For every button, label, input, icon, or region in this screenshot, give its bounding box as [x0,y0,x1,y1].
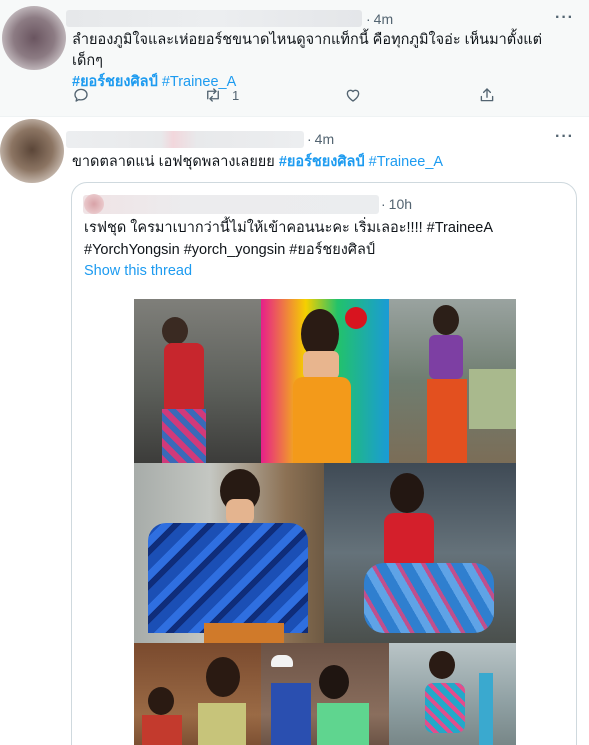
photo[interactable] [134,463,324,643]
photo[interactable] [389,299,516,463]
more-icon[interactable]: ··· [555,9,574,27]
tweet-actions: 1 [72,84,502,106]
like-button[interactable] [344,84,362,106]
photo[interactable] [134,299,261,463]
tweet-2[interactable]: · 4m ··· ขาดตลาดแน่ เอฟชุดพลางเลยยย #ยอร์… [0,117,589,745]
photo[interactable] [261,299,389,463]
reply-button[interactable] [72,84,90,106]
author-name-redacted[interactable] [66,10,362,27]
hashtag-link[interactable]: #Trainee_A [369,154,443,170]
retweet-button[interactable]: 1 [204,84,239,106]
more-icon[interactable]: ··· [555,128,574,146]
quoted-timestamp[interactable]: · 10h [381,196,412,212]
retweet-count: 1 [232,87,240,103]
hashtag-link[interactable]: #ยอร์ชยงศิลป์ [279,154,365,170]
tweet-text: ขาดตลาดแน่ เอฟชุดพลางเลยยย #ยอร์ชยงศิลป์… [72,152,572,173]
photo[interactable] [261,643,389,745]
retweet-icon [207,88,219,102]
reply-icon [74,88,88,102]
avatar[interactable] [2,6,66,70]
quoted-line-2: #YorchYongsin #yorch_yongsin #ยอร์ชยงศิล… [84,241,376,258]
timestamp[interactable]: · 4m [366,11,393,27]
author-name-redacted[interactable] [66,131,304,148]
quoted-tweet[interactable]: · 10h เรฟชุด ใครมาเบากว่านี้ไม่ให้เข้าคอน… [71,182,577,745]
share-icon [480,88,494,102]
quoted-author-redacted[interactable] [83,195,379,214]
photo[interactable] [324,463,516,643]
share-button[interactable] [478,84,496,106]
timestamp[interactable]: · 4m [307,131,334,147]
quoted-avatar[interactable] [84,194,104,214]
avatar[interactable] [0,119,64,183]
tweet-1[interactable]: · 4m ··· ลำยองภูมิใจและเห่อยอร์ชขนาดไหนดู… [0,0,589,117]
like-icon [346,89,360,102]
photo[interactable] [134,643,261,745]
tweet-body: ขาดตลาดแน่ เอฟชุดพลางเลยยย [72,154,275,170]
show-thread-link[interactable]: Show this thread [84,263,192,279]
photo[interactable] [389,643,516,745]
quoted-line-1: เรฟชุด ใครมาเบากว่านี้ไม่ให้เข้าคอนนะคะ … [84,220,494,236]
tweet-body: ลำยองภูมิใจและเห่อยอร์ชขนาดไหนดูจากแท็กน… [72,32,543,69]
quoted-text: เรฟชุด ใครมาเบากว่านี้ไม่ให้เข้าคอนนะคะ … [84,218,564,261]
photo-collage[interactable] [134,299,516,745]
